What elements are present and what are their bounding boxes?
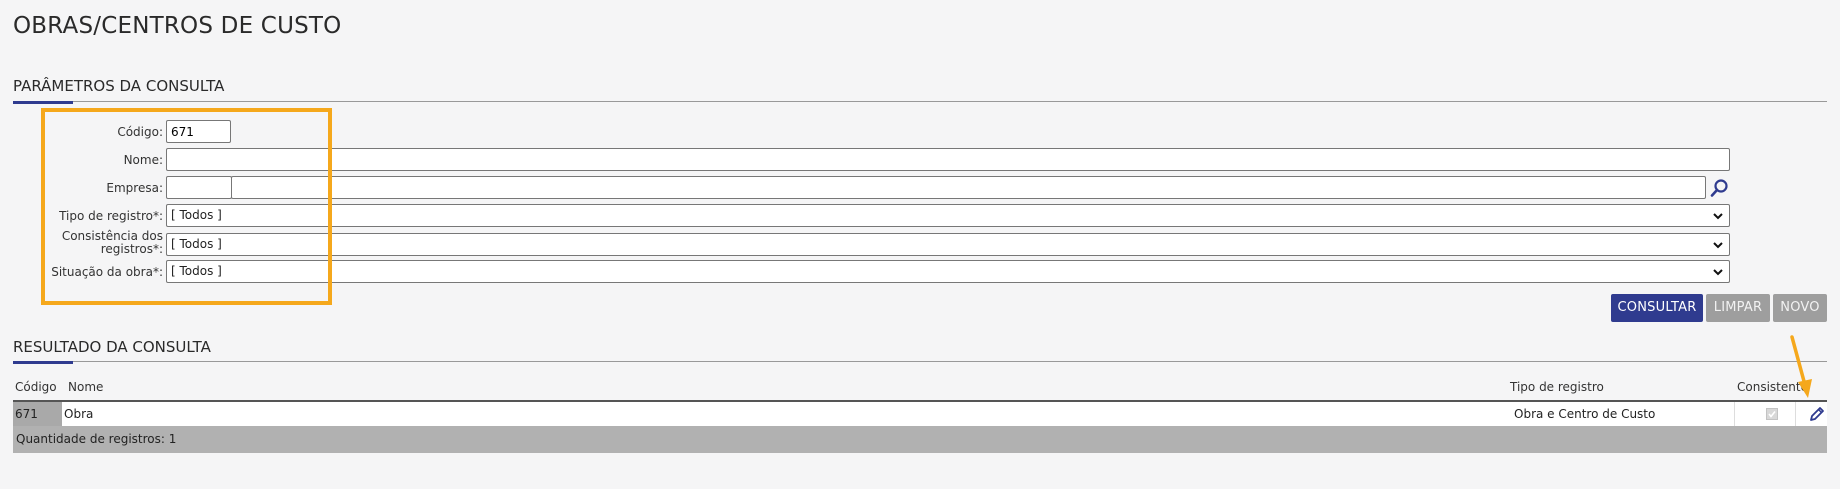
- check-icon: [1768, 411, 1776, 418]
- results-section-title: RESULTADO DA CONSULTA: [13, 338, 211, 356]
- results-accent-bar: [13, 361, 73, 364]
- table-row[interactable]: 671 Obra Obra e Centro de Custo: [13, 400, 1827, 428]
- params-divider: [13, 101, 1827, 102]
- params-section-title: PARÂMETROS DA CONSULTA: [13, 77, 225, 95]
- consistente-checkbox: [1766, 408, 1778, 420]
- col-header-nome[interactable]: Nome: [68, 380, 103, 394]
- col-header-codigo[interactable]: Código: [15, 380, 57, 394]
- col-header-tipo[interactable]: Tipo de registro: [1510, 380, 1604, 394]
- results-divider: [13, 361, 1827, 362]
- chevron-down-icon: [1713, 213, 1723, 220]
- nome-input[interactable]: [166, 148, 1730, 171]
- row-codigo: 671: [15, 407, 38, 421]
- search-icon[interactable]: [1709, 178, 1729, 198]
- limpar-button[interactable]: LIMPAR: [1706, 294, 1770, 322]
- annotation-arrow-icon: [1790, 335, 1812, 398]
- cell-divider: [1734, 402, 1735, 426]
- consistencia-select[interactable]: [ Todos ]: [166, 233, 1730, 256]
- chevron-down-icon: [1713, 269, 1723, 276]
- chevron-down-icon: [1713, 242, 1723, 249]
- results-count: Quantidade de registros: 1: [13, 426, 1827, 453]
- situacao-obra-select[interactable]: [ Todos ]: [166, 260, 1730, 283]
- empresa-name-input[interactable]: [231, 176, 1706, 199]
- consultar-button[interactable]: CONSULTAR: [1611, 294, 1703, 322]
- tipo-registro-select[interactable]: [ Todos ]: [166, 204, 1730, 227]
- novo-button[interactable]: NOVO: [1773, 294, 1827, 322]
- page-title: OBRAS/CENTROS DE CUSTO: [13, 13, 342, 39]
- row-nome: Obra: [64, 407, 94, 421]
- cell-divider: [1795, 402, 1796, 426]
- edit-pencil-icon[interactable]: [1808, 405, 1826, 423]
- highlight-box: [41, 108, 332, 305]
- row-tipo: Obra e Centro de Custo: [1514, 407, 1656, 421]
- params-accent-bar: [13, 101, 73, 104]
